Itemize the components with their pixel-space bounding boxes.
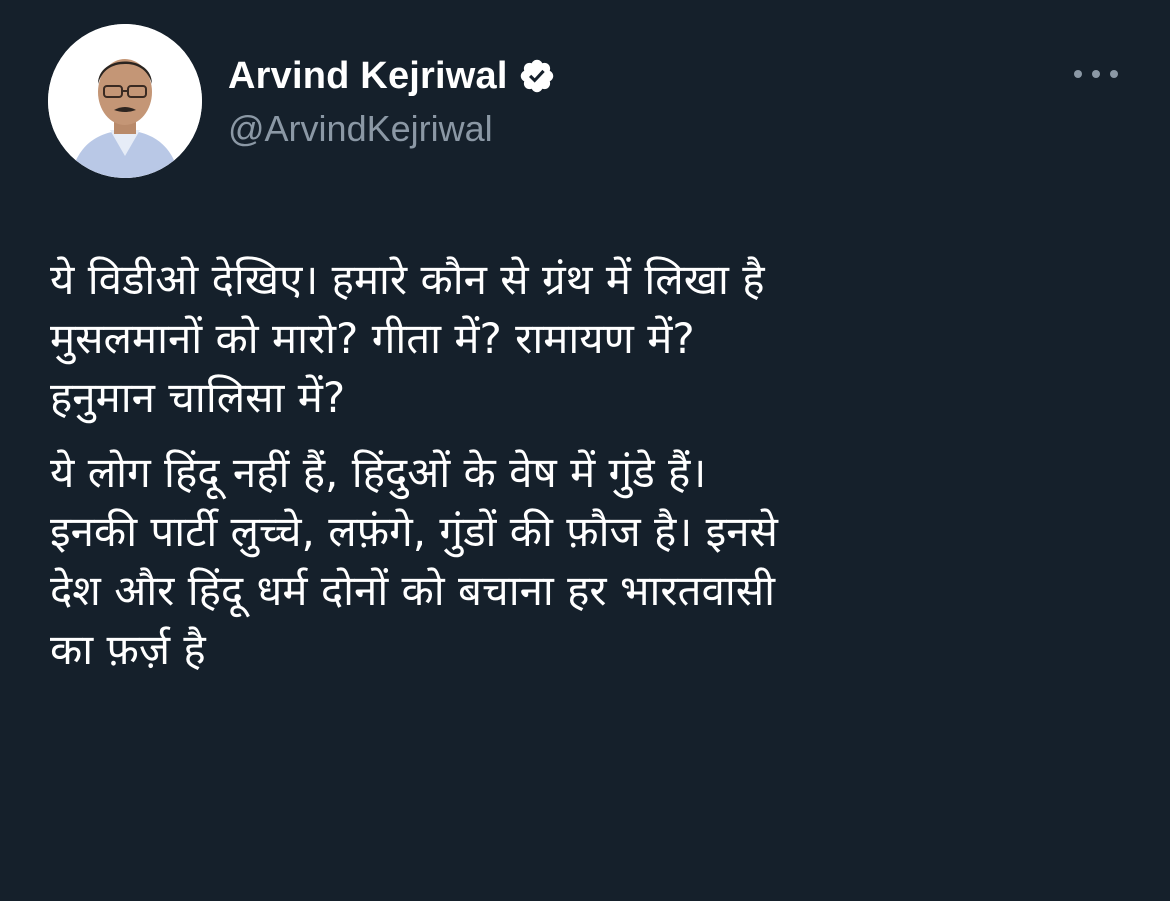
verified-badge-icon [518, 57, 556, 95]
tweet-paragraph: ये विडीओ देखिए। हमारे कौन से ग्रंथ में ल… [50, 255, 765, 422]
avatar[interactable] [48, 24, 202, 178]
author-display-name[interactable]: Arvind Kejriwal [228, 55, 508, 98]
more-options-button[interactable] [1068, 58, 1124, 90]
tweet-card: Arvind Kejriwal @ArvindKejriwal ये विडीओ… [0, 0, 1170, 901]
profile-photo [48, 24, 202, 178]
more-horizontal-icon [1074, 70, 1118, 78]
tweet-text: ये विडीओ देखिए। हमारे कौन से ग्रंथ में ल… [50, 250, 1140, 679]
tweet-paragraph: ये लोग हिंदू नहीं हैं, हिंदुओं के वेष मे… [50, 448, 778, 674]
author-name-row[interactable]: Arvind Kejriwal [228, 50, 556, 102]
author-handle[interactable]: @ArvindKejriwal [228, 108, 493, 150]
